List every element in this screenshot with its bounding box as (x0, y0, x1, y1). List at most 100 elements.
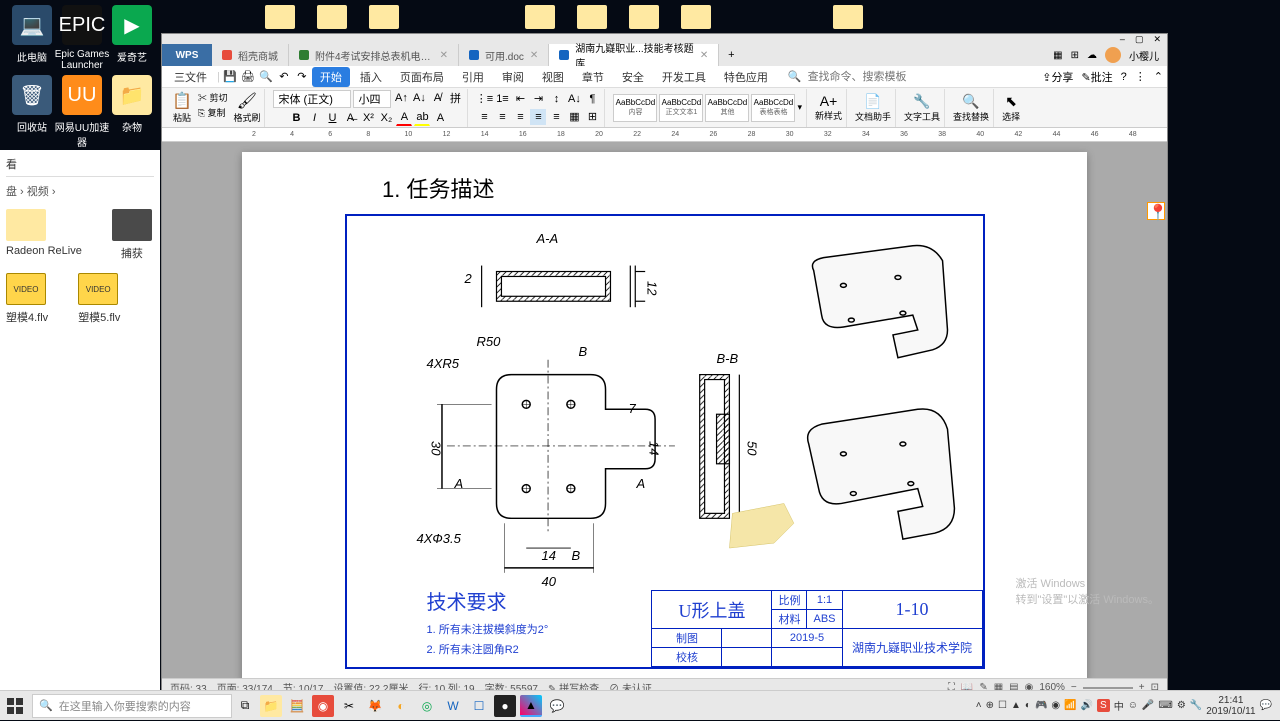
tb-findrepl[interactable]: 🔍查找替换 (949, 89, 994, 127)
explorer-item[interactable]: 捕获 (112, 209, 152, 261)
indent-inc-icon[interactable]: ⇥ (530, 91, 546, 107)
tray-icon[interactable]: 🎤 (1142, 700, 1154, 711)
cut-button[interactable]: ✂ 剪切 (198, 91, 228, 104)
tab-add-icon[interactable]: + (719, 49, 743, 61)
explorer-item[interactable]: VIDEO塑模4.flv (6, 273, 48, 325)
tray-icon[interactable]: ☐ (998, 700, 1007, 711)
snip-icon[interactable]: ✂ (338, 695, 360, 717)
tab-xlsx[interactable]: 附件4考试安排总表机电系.xlsx✕ (289, 44, 459, 66)
desktop-icon-iqiyi[interactable]: ▶爱奇艺 (102, 5, 162, 64)
tray-icon[interactable]: ⚙ (1177, 700, 1186, 711)
collapse-icon[interactable]: ⌃ (1154, 70, 1163, 83)
share-button[interactable]: ⇪分享 (1042, 69, 1073, 85)
menu-ref[interactable]: 引用 (454, 67, 492, 87)
tray-icon[interactable]: ◐ (1025, 700, 1031, 711)
tray-icon[interactable]: 🔧 (1190, 700, 1202, 711)
nav-pin-icon[interactable]: 📍 (1147, 202, 1165, 220)
shading-icon[interactable]: ▦ (566, 109, 582, 125)
tray-icon[interactable]: ⊕ (986, 700, 994, 711)
app-icon[interactable]: ◎ (416, 695, 438, 717)
tb-docfix[interactable]: 📄文档助手 (851, 89, 896, 127)
align-right-icon[interactable]: ≡ (512, 109, 528, 125)
super-icon[interactable]: X² (360, 110, 376, 126)
menu-pagelayout[interactable]: 页面布局 (392, 67, 452, 87)
wps-icon[interactable]: W (442, 695, 464, 717)
menu-section[interactable]: 章节 (574, 67, 612, 87)
bullets-icon[interactable]: ⋮≡ (476, 91, 492, 107)
indent-dec-icon[interactable]: ⇤ (512, 91, 528, 107)
menu-dev[interactable]: 开发工具 (654, 67, 714, 87)
search-input[interactable]: 🔍在这里输入你要搜索的内容 (32, 694, 232, 718)
style-item[interactable]: AaBbCcDd内容 (613, 94, 657, 122)
tab-daoke[interactable]: 稻壳商城 (212, 44, 289, 66)
explorer-icon[interactable]: 📁 (260, 695, 282, 717)
sort-icon[interactable]: A↓ (566, 91, 582, 107)
align-justify-icon[interactable]: ≡ (530, 109, 546, 125)
copy-button[interactable]: ⎘ 复制 (198, 106, 228, 119)
avatar[interactable] (1105, 47, 1121, 63)
tray-icon[interactable]: ▲ (1011, 700, 1021, 711)
tb-texttool[interactable]: 🔧文字工具 (900, 89, 945, 127)
tb-select[interactable]: ⬉选择 (998, 89, 1024, 127)
command-search[interactable] (804, 68, 914, 86)
app-icon[interactable]: ☐ (468, 695, 490, 717)
explorer-item[interactable]: Radeon ReLive (6, 209, 82, 261)
grid-icon[interactable]: ▦ (1053, 50, 1062, 61)
menu-special[interactable]: 特色应用 (716, 67, 776, 87)
tray-icon[interactable]: ⌨ (1158, 700, 1172, 711)
start-button[interactable] (0, 691, 30, 721)
desktop-icon-misc[interactable]: 📁杂物 (102, 75, 162, 134)
charborder-icon[interactable]: A (432, 110, 448, 126)
menu-file[interactable]: 三文件 (166, 67, 215, 87)
tray-icon[interactable]: 📶 (1064, 700, 1076, 711)
tab-doc[interactable]: 可用.doc✕ (459, 44, 549, 66)
desktop-folder[interactable] (364, 5, 404, 35)
font-name-select[interactable] (273, 90, 351, 108)
linespacing-icon[interactable]: ↕ (548, 91, 564, 107)
close-icon[interactable]: ✕ (1153, 34, 1161, 45)
help-icon[interactable]: ? (1121, 71, 1127, 83)
wechat-icon[interactable]: 💬 (546, 695, 568, 717)
borders-icon[interactable]: ⊞ (584, 109, 600, 125)
taskview-icon[interactable]: ⧉ (234, 695, 256, 717)
explorer-breadcrumb[interactable]: 盘 › 视频 › (6, 183, 154, 199)
pinyin-icon[interactable]: 拼 (447, 90, 463, 106)
align-dist-icon[interactable]: ≡ (548, 109, 564, 125)
note-button[interactable]: ✎批注 (1081, 69, 1112, 85)
clear-fmt-icon[interactable]: A̸ (429, 90, 445, 106)
cloud-icon[interactable]: ☁ (1087, 50, 1097, 61)
preview-icon[interactable]: 🔍 (258, 69, 274, 85)
tab-close-icon[interactable]: ✕ (700, 50, 708, 61)
redo-icon[interactable]: ↷ (294, 69, 310, 85)
app-icon[interactable]: ◉ (312, 695, 334, 717)
ruler[interactable]: 2468101214161820222426283032343638404244… (162, 128, 1167, 142)
styles-expand-icon[interactable]: ▾ (797, 102, 802, 113)
paste-icon[interactable]: 📋 (172, 91, 192, 111)
wps-brand[interactable]: WPS (162, 44, 212, 66)
style-item[interactable]: AaBbCcDd正文文本1 (659, 94, 703, 122)
grow-font-icon[interactable]: A↑ (393, 90, 409, 106)
undo-icon[interactable]: ↶ (276, 69, 292, 85)
tab-current[interactable]: 湖南九嶷职业...技能考核题库✕ (549, 44, 719, 66)
tb-newstyle[interactable]: A+新样式 (811, 89, 847, 127)
tray-icon[interactable]: ◉ (1051, 700, 1060, 711)
desktop-folder[interactable] (312, 5, 352, 35)
font-size-select[interactable] (353, 90, 391, 108)
sub-icon[interactable]: X₂ (378, 110, 394, 126)
menu-review[interactable]: 审阅 (494, 67, 532, 87)
ime-icon[interactable]: S (1097, 699, 1110, 712)
underline-icon[interactable]: U (324, 110, 340, 126)
desktop-folder[interactable] (828, 5, 868, 35)
align-left-icon[interactable]: ≡ (476, 109, 492, 125)
clock[interactable]: 21:41 2019/10/11 (1206, 695, 1255, 717)
align-center-icon[interactable]: ≡ (494, 109, 510, 125)
showmarks-icon[interactable]: ¶ (584, 91, 600, 107)
menu-security[interactable]: 安全 (614, 67, 652, 87)
strike-icon[interactable]: A̶ (342, 110, 358, 126)
tab-close-icon[interactable]: ✕ (440, 50, 448, 61)
zoom-slider[interactable] (1083, 687, 1133, 689)
notification-icon[interactable]: 💬 (1260, 700, 1272, 711)
fmtpaint-icon[interactable]: 🖌 (233, 91, 260, 111)
desktop-folder[interactable] (676, 5, 716, 35)
tool-icon[interactable]: ⊞ (1071, 50, 1079, 61)
